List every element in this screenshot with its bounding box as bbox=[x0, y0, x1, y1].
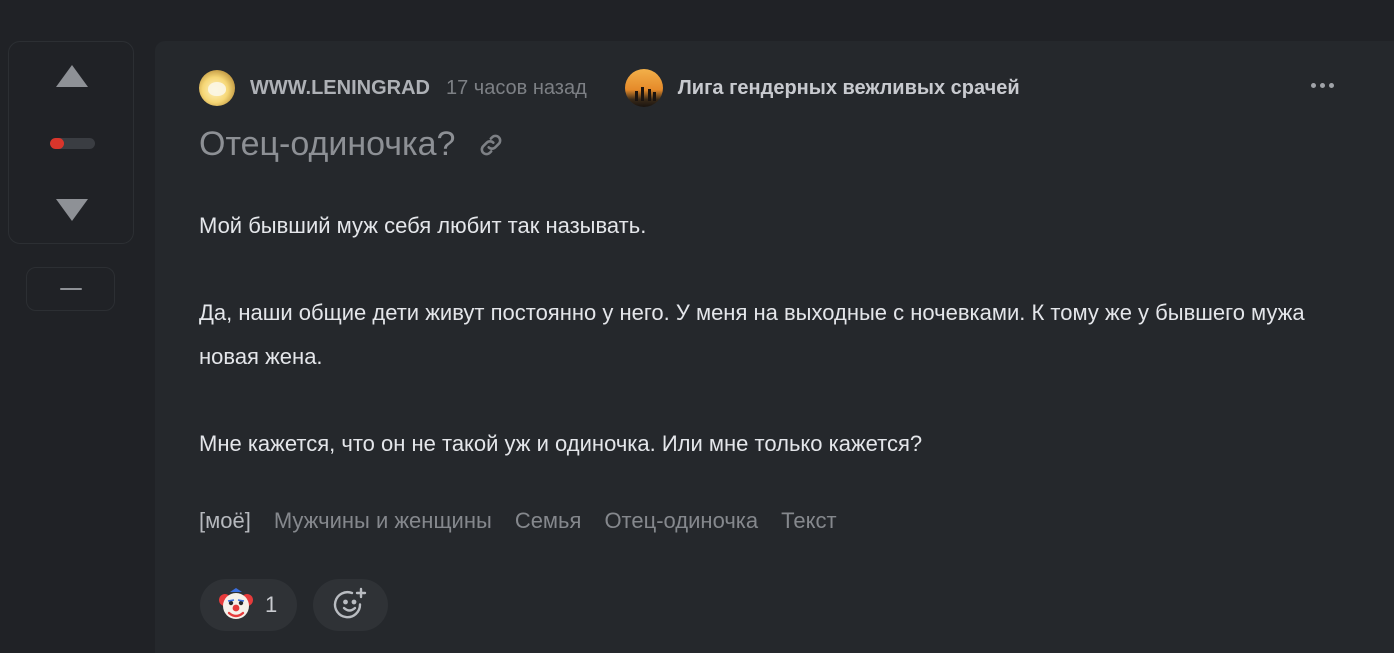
post-time[interactable]: 17 часов назад bbox=[446, 77, 587, 100]
author-name[interactable]: WWW.LENINGRAD bbox=[250, 77, 430, 100]
post-paragraph: Мой бывший муж себя любит так называть. bbox=[199, 213, 647, 238]
post-header: WWW.LENINGRAD 17 часов назад Лига гендер… bbox=[199, 69, 1020, 107]
tag-list: [моё] Мужчины и женщины Семья Отец-одино… bbox=[199, 508, 837, 534]
post-title-row: Отец-одиночка? bbox=[199, 125, 505, 164]
post-card: WWW.LENINGRAD 17 часов назад Лига гендер… bbox=[155, 41, 1394, 653]
community-name[interactable]: Лига гендерных вежливых срачей bbox=[678, 77, 1020, 100]
hide-post-button[interactable] bbox=[26, 267, 115, 311]
reactions-bar: 1 bbox=[200, 579, 388, 631]
post-page: WWW.LENINGRAD 17 часов назад Лига гендер… bbox=[0, 0, 1394, 653]
minus-icon bbox=[59, 288, 82, 290]
add-reaction-button[interactable] bbox=[313, 579, 388, 631]
reaction-clown-count: 1 bbox=[265, 592, 278, 617]
vote-down-button[interactable] bbox=[9, 190, 135, 230]
clown-face-icon bbox=[219, 588, 253, 619]
more-dots-icon[interactable] bbox=[1311, 83, 1334, 88]
tag-text[interactable]: Текст bbox=[781, 508, 836, 534]
community-avatar[interactable] bbox=[624, 69, 663, 107]
tag-single-father[interactable]: Отец-одиночка bbox=[604, 508, 758, 534]
author-avatar[interactable] bbox=[199, 70, 235, 106]
reaction-clown-button[interactable]: 1 bbox=[200, 579, 297, 631]
triangle-up-icon bbox=[56, 65, 88, 87]
rating-bar-fill bbox=[50, 138, 64, 149]
post-paragraph: Мне кажется, что он не такой уж и одиноч… bbox=[199, 431, 923, 456]
post-title[interactable]: Отец-одиночка? bbox=[199, 125, 455, 164]
vote-up-button[interactable] bbox=[9, 56, 135, 96]
post-paragraph: Да, наши общие дети живут постоянно у не… bbox=[199, 300, 1305, 369]
post-body: Мой бывший муж себя любит так называть. … bbox=[199, 204, 1359, 509]
tag-mine[interactable]: [моё] bbox=[199, 508, 251, 534]
tag-men-and-women[interactable]: Мужчины и женщины bbox=[274, 508, 492, 534]
vote-panel bbox=[8, 41, 134, 244]
link-icon[interactable] bbox=[477, 131, 505, 159]
add-reaction-smile-icon bbox=[333, 587, 366, 619]
triangle-down-icon bbox=[56, 199, 88, 221]
rating-bar bbox=[50, 138, 95, 149]
tag-family[interactable]: Семья bbox=[515, 508, 582, 534]
